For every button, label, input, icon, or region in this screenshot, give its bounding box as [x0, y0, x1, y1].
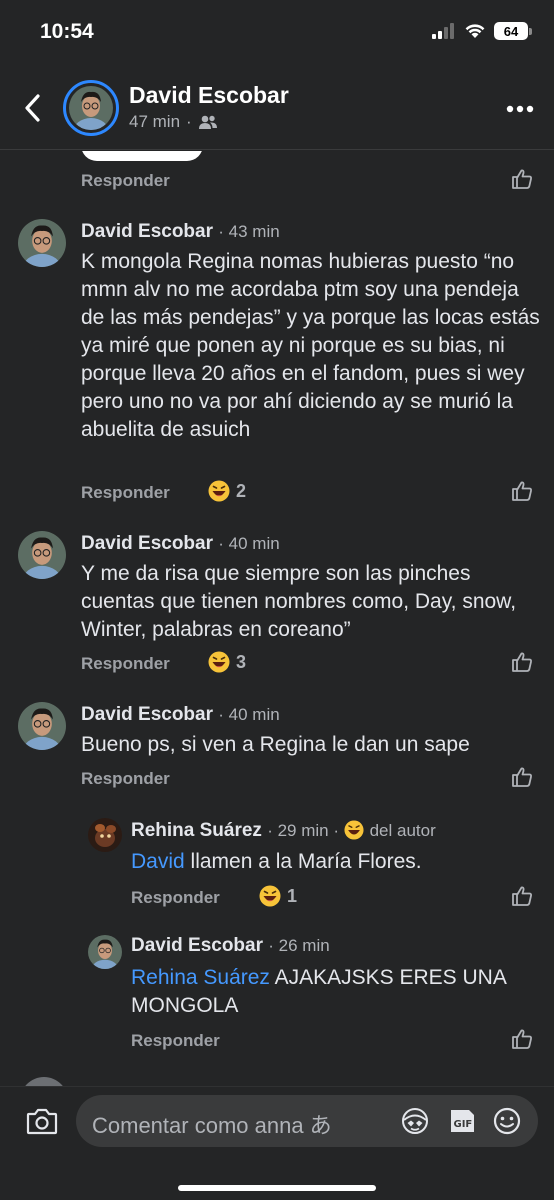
reply-author-line: Rehina Suárez · 29 min · del autor [131, 820, 436, 842]
avatar[interactable] [18, 531, 66, 579]
avatar[interactable] [18, 219, 66, 267]
reply-author[interactable]: David Escobar [131, 935, 263, 956]
comment-author-line: David Escobar · 40 min [81, 704, 280, 726]
comment-text: Bueno ps, si ven a Regina le dan un sape [81, 733, 470, 756]
avatar[interactable] [18, 702, 66, 750]
avatar[interactable] [20, 1077, 68, 1086]
home-indicator [178, 1185, 376, 1191]
reply-author-line: David Escobar · 26 min [131, 935, 330, 957]
comment-author-line: David Escobar · 40 min [81, 533, 280, 555]
gif-icon[interactable]: GIF [447, 1107, 477, 1135]
reply-time: · 26 min [268, 936, 330, 955]
like-icon[interactable] [511, 766, 533, 788]
comment-text: K mongola Regina nomas hubieras puesto “… [81, 250, 540, 441]
reply-author[interactable]: Rehina Suárez [131, 820, 262, 841]
like-icon[interactable] [511, 480, 533, 502]
comment-author-line: David Escobar · 43 min [81, 221, 280, 243]
mention-link[interactable]: Rehina Suárez [131, 966, 270, 989]
reaction-count: 2 [236, 480, 247, 501]
laughing-emoji-icon [208, 480, 230, 502]
avatar-photo [88, 818, 122, 852]
reaction-summary[interactable]: 3 [208, 651, 246, 673]
avatar[interactable] [88, 935, 122, 969]
reply-button[interactable]: Responder [131, 888, 220, 908]
reply-time: · 29 min · [267, 821, 340, 840]
reaction-count: 1 [287, 885, 298, 906]
comment-time: · 40 min [218, 705, 280, 724]
comment-time: · 40 min [218, 534, 280, 553]
avatar-photo [69, 86, 113, 130]
comment-author[interactable]: David Escobar [81, 533, 213, 554]
like-icon[interactable] [511, 168, 533, 190]
reply-button[interactable]: Responder [131, 1031, 220, 1051]
header-avatar[interactable] [63, 80, 119, 136]
avatar-photo [88, 935, 122, 969]
like-icon[interactable] [511, 885, 533, 907]
reply-text: Rehina Suárez AJAKAJSKS ERES UNA MONGOLA [131, 966, 506, 1017]
more-options-icon[interactable] [506, 104, 534, 114]
reply-button[interactable]: Responder [81, 171, 170, 191]
comment-text: Y me da risa que siempre son las pinches… [81, 562, 517, 641]
reaction-summary[interactable]: 1 [259, 885, 297, 907]
laughing-emoji-icon [344, 820, 364, 840]
mention-link[interactable]: David [131, 850, 185, 873]
friends-audience-icon [198, 115, 217, 129]
header-meta: 47 min · [129, 112, 218, 132]
emoji-icon[interactable] [492, 1107, 522, 1135]
reaction-summary[interactable]: 2 [208, 480, 246, 502]
header-author-name[interactable]: David Escobar [129, 82, 289, 109]
battery-level: 64 [494, 22, 528, 40]
avatar-sticker-icon[interactable] [400, 1107, 430, 1135]
reply-button[interactable]: Responder [81, 654, 170, 674]
comment-author[interactable]: David Escobar [81, 704, 213, 725]
comment-input-placeholder: Comentar como anna あ [92, 1113, 332, 1138]
comments-feed[interactable]: Responder David Escobar · 43 min K mongo… [0, 151, 554, 1086]
avatar-photo [18, 531, 66, 579]
compose-bar: Comentar como anna あ GIF [0, 1086, 554, 1200]
battery-indicator: 64 [494, 22, 532, 40]
previous-comment-bubble [81, 151, 203, 161]
status-icons: 64 [432, 22, 532, 40]
comment-time: · 43 min [218, 222, 280, 241]
camera-icon[interactable] [26, 1107, 58, 1135]
signal-icon [432, 23, 454, 39]
status-bar: 10:54 64 [0, 0, 554, 66]
like-icon[interactable] [511, 1028, 533, 1050]
reply-button[interactable]: Responder [81, 483, 170, 503]
laughing-emoji-icon [208, 651, 230, 673]
avatar-photo [18, 219, 66, 267]
wifi-icon [465, 24, 485, 38]
like-icon[interactable] [511, 651, 533, 673]
avatar-photo [18, 702, 66, 750]
author-liked-badge: del autor [369, 821, 436, 840]
comment-author[interactable]: David Escobar [81, 221, 213, 242]
laughing-emoji-icon [259, 885, 281, 907]
reply-button[interactable]: Responder [81, 769, 170, 789]
svg-text:GIF: GIF [454, 1119, 473, 1130]
comment-input[interactable]: Comentar como anna あ GIF [76, 1095, 538, 1147]
back-icon[interactable] [18, 90, 48, 126]
status-time: 10:54 [40, 20, 94, 43]
reaction-count: 3 [236, 651, 247, 672]
comment-header: David Escobar 47 min · [0, 66, 554, 150]
reply-text: David llamen a la María Flores. [131, 850, 422, 873]
avatar[interactable] [88, 818, 122, 852]
header-time: 47 min [129, 112, 181, 131]
